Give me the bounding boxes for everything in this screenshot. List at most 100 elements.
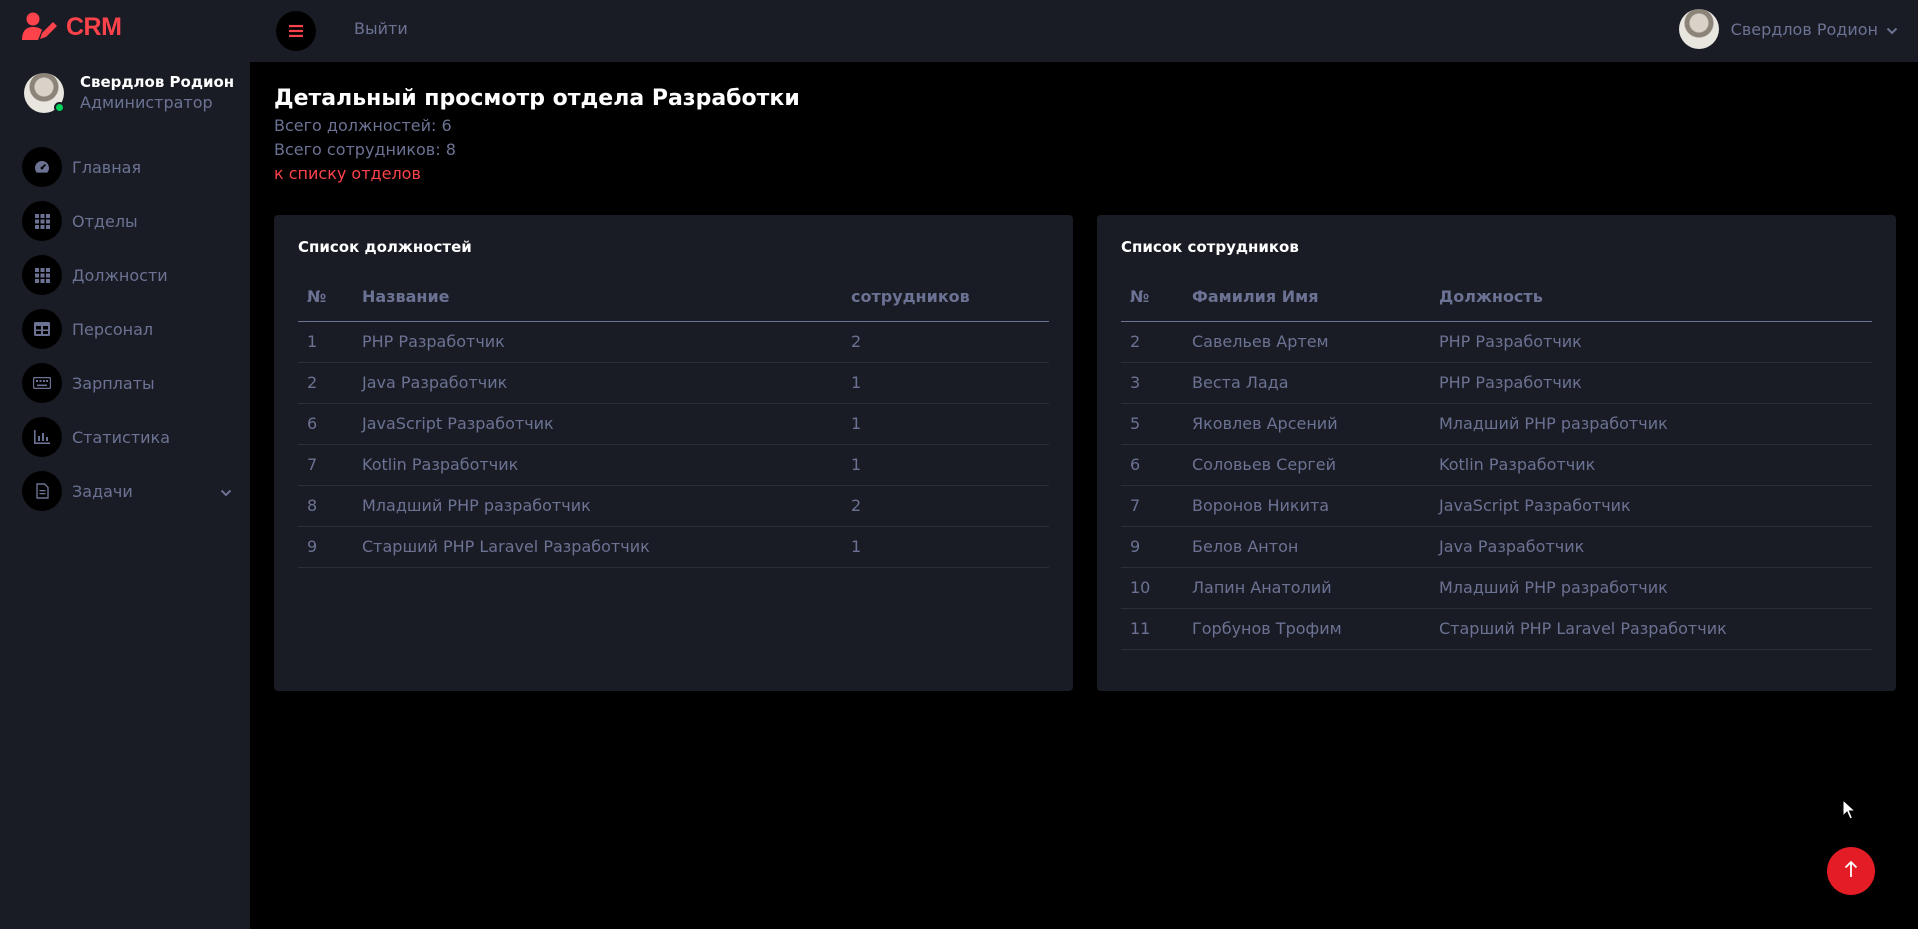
table-cell: Савельев Артем [1183, 321, 1430, 363]
table-cell: 1 [842, 526, 1049, 568]
table-cell: 1 [842, 362, 1049, 404]
table-row[interactable]: 11 Горбунов Трофим Старший PHP Laravel Р… [1121, 608, 1872, 650]
table-cell: JavaScript Разработчик [353, 403, 842, 445]
table-cell: Java Разработчик [1430, 526, 1872, 568]
scroll-to-top-button[interactable] [1827, 847, 1875, 895]
table-row[interactable]: 6 JavaScript Разработчик 1 [298, 403, 1049, 445]
sidebar-item-label: Зарплаты [72, 373, 155, 393]
top-user-name: Свердлов Родион [1730, 19, 1878, 39]
chevron-down-icon [1886, 20, 1898, 39]
brand-logo[interactable]: CRM [22, 10, 122, 44]
sidebar-item-label: Отделы [72, 211, 138, 231]
table-row[interactable]: 8 Младший PHP разработчик 2 [298, 485, 1049, 527]
speedometer-icon [22, 147, 62, 187]
sidebar: CRM Свердлов Родион Администратор Главна… [0, 0, 250, 929]
employees-table: № Фамилия Имя Должность 2 Савельев Артем… [1121, 287, 1872, 650]
total-positions-text: Всего должностей: 6 [274, 116, 452, 135]
table-row[interactable]: 2 Java Разработчик 1 [298, 362, 1049, 404]
table-row[interactable]: 7 Kotlin Разработчик 1 [298, 444, 1049, 486]
hamburger-icon [289, 22, 303, 41]
table-row[interactable]: 6 Соловьев Сергей Kotlin Разработчик [1121, 444, 1872, 486]
employees-card-title: Список сотрудников [1121, 238, 1299, 256]
table-cell: PHP Разработчик [1430, 321, 1872, 363]
table-cell: Младший PHP разработчик [1430, 567, 1872, 609]
avatar [24, 73, 65, 113]
column-header: Должность [1430, 287, 1872, 322]
column-header: Название [353, 287, 842, 322]
table-cell: 5 [1121, 403, 1183, 445]
table-cell: Соловьев Сергей [1183, 444, 1430, 486]
column-header: № [1121, 287, 1183, 322]
table-cell: 1 [842, 444, 1049, 486]
profile-name: Свердлов Родион [80, 73, 235, 91]
table-row[interactable]: 1 PHP Разработчик 2 [298, 321, 1049, 363]
table-cell: Java Разработчик [353, 362, 842, 404]
sidebar-nav: Главная Отделы Должности Персонал Зарпла… [22, 140, 232, 518]
table-row[interactable]: 7 Воронов Никита JavaScript Разработчик [1121, 485, 1872, 527]
sidebar-item-label: Задачи [72, 481, 133, 501]
table-cell: 10 [1121, 567, 1183, 609]
table-cell: Младший PHP разработчик [353, 485, 842, 527]
table-icon [22, 309, 62, 349]
sidebar-item-tasks[interactable]: Задачи [22, 464, 232, 518]
avatar [1678, 9, 1719, 49]
table-row[interactable]: 10 Лапин Анатолий Младший PHP разработчи… [1121, 567, 1872, 609]
grid-icon [22, 255, 62, 295]
table-cell: 2 [842, 485, 1049, 527]
table-cell: 2 [298, 362, 353, 404]
table-header-row: № Фамилия Имя Должность [1121, 287, 1872, 322]
document-icon [22, 471, 62, 511]
table-cell: 7 [1121, 485, 1183, 527]
page-header: Детальный просмотр отдела Разработки Все… [274, 84, 800, 186]
table-cell: 6 [298, 403, 353, 445]
brand-name: CRM [66, 12, 122, 41]
profile-role: Администратор [80, 93, 213, 112]
sidebar-item-departments[interactable]: Отделы [22, 194, 222, 248]
page-title: Детальный просмотр отдела Разработки [274, 86, 800, 111]
logout-link[interactable]: Выйти [354, 19, 408, 38]
user-menu-dropdown[interactable]: Свердлов Родион [1678, 9, 1898, 49]
sidebar-item-label: Должности [72, 265, 168, 285]
sidebar-item-positions[interactable]: Должности [22, 248, 222, 302]
table-cell: Горбунов Трофим [1183, 608, 1430, 650]
table-row[interactable]: 9 Белов Антон Java Разработчик [1121, 526, 1872, 568]
table-cell: 8 [298, 485, 353, 527]
table-cell: Яковлев Арсений [1183, 403, 1430, 445]
table-row[interactable]: 5 Яковлев Арсений Младший PHP разработчи… [1121, 403, 1872, 445]
sidebar-item-statistics[interactable]: Статистика [22, 410, 222, 464]
employees-card: Список сотрудников № Фамилия Имя Должнос… [1097, 215, 1896, 691]
user-edit-icon [22, 12, 58, 42]
table-cell: 6 [1121, 444, 1183, 486]
chart-icon [22, 417, 62, 457]
sidebar-item-staff[interactable]: Персонал [22, 302, 222, 356]
back-to-departments-link[interactable]: к списку отделов [274, 162, 421, 186]
mouse-cursor-icon [1842, 798, 1857, 825]
top-navbar: Выйти Свердлов Родион [250, 0, 1918, 62]
table-cell: Младший PHP разработчик [1430, 403, 1872, 445]
table-row[interactable]: 3 Веста Лада PHP Разработчик [1121, 362, 1872, 404]
table-cell: 9 [298, 526, 353, 568]
sidebar-item-label: Главная [72, 157, 142, 177]
table-cell: Веста Лада [1183, 362, 1430, 404]
sidebar-profile[interactable]: Свердлов Родион Администратор [24, 72, 234, 114]
table-cell: 2 [842, 321, 1049, 363]
table-row[interactable]: 2 Савельев Артем PHP Разработчик [1121, 321, 1872, 363]
table-cell: Kotlin Разработчик [353, 444, 842, 486]
menu-toggle-button[interactable] [276, 11, 316, 51]
grid-icon [22, 201, 62, 241]
table-cell: 7 [298, 444, 353, 486]
sidebar-item-salaries[interactable]: Зарплаты [22, 356, 222, 410]
keyboard-icon [22, 363, 62, 403]
table-cell: Лапин Анатолий [1183, 567, 1430, 609]
table-cell: Старший PHP Laravel Разработчик [353, 526, 842, 568]
table-cell: PHP Разработчик [353, 321, 842, 363]
table-row[interactable]: 9 Старший PHP Laravel Разработчик 1 [298, 526, 1049, 568]
sidebar-item-home[interactable]: Главная [22, 140, 222, 194]
table-cell: 3 [1121, 362, 1183, 404]
table-cell: 1 [298, 321, 353, 363]
sidebar-item-label: Персонал [72, 319, 154, 339]
table-cell: 9 [1121, 526, 1183, 568]
positions-card-title: Список должностей [298, 238, 472, 256]
positions-card: Список должностей № Название сотрудников… [274, 215, 1073, 691]
column-header: № [298, 287, 353, 322]
